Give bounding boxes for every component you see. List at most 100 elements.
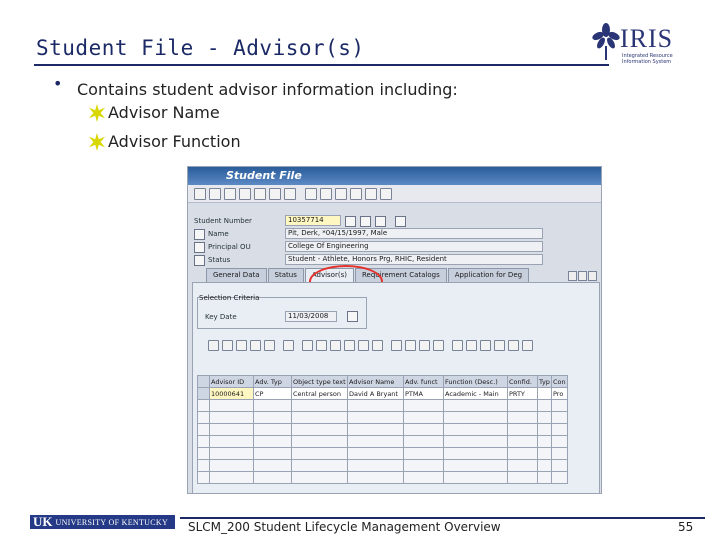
person-icon bbox=[194, 229, 205, 240]
table-cell[interactable]: 10000641 bbox=[209, 387, 254, 400]
principal-ou-label: Principal OU bbox=[208, 243, 251, 251]
table-row-empty bbox=[197, 435, 568, 448]
table-cell[interactable]: Pro bbox=[551, 387, 568, 400]
name-label: Name bbox=[208, 230, 229, 238]
sort-ascending-icon[interactable] bbox=[316, 339, 327, 351]
status-icon bbox=[194, 255, 205, 266]
back-icon[interactable] bbox=[224, 187, 236, 200]
change-icon[interactable] bbox=[375, 216, 386, 227]
display-change-icon[interactable] bbox=[239, 187, 251, 200]
column-header[interactable]: Adv. Typ bbox=[253, 375, 292, 388]
folder-icon[interactable] bbox=[305, 187, 317, 200]
page-number: 55 bbox=[678, 520, 694, 534]
info-icon[interactable] bbox=[264, 339, 275, 351]
create-row-icon[interactable] bbox=[222, 339, 233, 351]
layout-icon[interactable] bbox=[380, 187, 392, 200]
export-icon[interactable] bbox=[391, 339, 402, 351]
layout-change-icon[interactable] bbox=[452, 339, 463, 351]
help-icon[interactable] bbox=[365, 187, 377, 200]
table-row-empty bbox=[197, 411, 568, 424]
table-row-empty bbox=[197, 399, 568, 412]
abc-analysis-icon[interactable] bbox=[508, 339, 519, 351]
footer-text: SLCM_200 Student Lifecycle Management Ov… bbox=[188, 520, 501, 534]
tab-scroll-left-icon[interactable] bbox=[568, 271, 577, 281]
student-number-field[interactable]: 10357714 bbox=[285, 215, 341, 226]
settings-icon[interactable] bbox=[350, 187, 362, 200]
execute-icon[interactable] bbox=[345, 216, 356, 227]
create-icon[interactable] bbox=[360, 216, 371, 227]
tab-list-icon[interactable] bbox=[588, 271, 597, 281]
delete-row-icon[interactable] bbox=[250, 339, 261, 351]
tab-scroll-right-icon[interactable] bbox=[578, 271, 587, 281]
list-icon[interactable] bbox=[269, 187, 281, 200]
column-header[interactable]: Adv. funct bbox=[403, 375, 444, 388]
find-icon[interactable] bbox=[320, 187, 332, 200]
print-icon[interactable] bbox=[284, 187, 296, 200]
graphic-icon[interactable] bbox=[494, 339, 505, 351]
slide-title: Student File - Advisor(s) bbox=[36, 36, 365, 60]
spreadsheet-icon[interactable] bbox=[405, 339, 416, 351]
column-header[interactable]: Object type text bbox=[291, 375, 348, 388]
selection-criteria-title: Selection Criteria bbox=[199, 294, 260, 302]
column-header[interactable]: Function (Desc.) bbox=[443, 375, 508, 388]
key-date-label: Key Date bbox=[205, 313, 237, 321]
logo-tagline: Integrated Resource Information System bbox=[622, 53, 673, 65]
title-rule bbox=[34, 64, 609, 66]
row-selector[interactable] bbox=[197, 387, 210, 400]
footer-rule bbox=[180, 517, 705, 519]
word-processing-icon[interactable] bbox=[419, 339, 430, 351]
sub-item-label: Advisor Name bbox=[108, 103, 220, 122]
column-header[interactable]: Typ bbox=[537, 375, 552, 388]
table-row-empty bbox=[197, 471, 568, 484]
table-cell[interactable] bbox=[537, 387, 552, 400]
tab-general-data[interactable]: General Data bbox=[206, 268, 267, 282]
sum-icon[interactable] bbox=[358, 339, 369, 351]
sort-descending-icon[interactable] bbox=[330, 339, 341, 351]
org-unit-icon bbox=[194, 242, 205, 253]
table-row[interactable]: 10000641 CP Central person David A Bryan… bbox=[197, 387, 568, 400]
edit-icon[interactable] bbox=[254, 187, 266, 200]
tab-application-for-degree[interactable]: Application for Deg bbox=[447, 268, 530, 282]
uk-logo-mark: UK bbox=[33, 514, 53, 529]
status-label: Status bbox=[208, 256, 231, 264]
table-cell[interactable]: Central person bbox=[291, 387, 348, 400]
key-date-field[interactable]: 11/03/2008 bbox=[285, 311, 337, 322]
overview-icon[interactable] bbox=[395, 216, 406, 227]
print-list-icon[interactable] bbox=[302, 339, 313, 351]
iris-flower-icon bbox=[592, 23, 620, 60]
layout-select-icon[interactable] bbox=[466, 339, 477, 351]
attach-icon[interactable] bbox=[335, 187, 347, 200]
column-header[interactable]: Con bbox=[551, 375, 568, 388]
tab-status[interactable]: Status bbox=[267, 268, 304, 282]
refresh-list-icon[interactable] bbox=[283, 339, 294, 351]
list-toolbar bbox=[208, 338, 548, 352]
name-field: Pit, Derk, *04/15/1997, Male bbox=[285, 228, 543, 239]
local-file-icon[interactable] bbox=[433, 339, 444, 351]
select-all-cell[interactable] bbox=[197, 375, 210, 388]
column-header[interactable]: Confid. bbox=[507, 375, 538, 388]
details-icon[interactable] bbox=[208, 339, 219, 351]
table-cell[interactable]: CP bbox=[253, 387, 292, 400]
save-icon[interactable] bbox=[209, 187, 221, 200]
table-row-empty bbox=[197, 447, 568, 460]
layout-save-icon[interactable] bbox=[480, 339, 491, 351]
more-icon[interactable] bbox=[522, 339, 533, 351]
table-cell[interactable]: PRTY bbox=[507, 387, 538, 400]
student-number-label: Student Number bbox=[194, 217, 252, 225]
subtotal-icon[interactable] bbox=[372, 339, 383, 351]
column-header[interactable]: Advisor ID bbox=[209, 375, 254, 388]
table-cell[interactable]: PTMA bbox=[403, 387, 444, 400]
sub-item-advisor-function: Advisor Function bbox=[88, 132, 241, 151]
column-header[interactable]: Advisor Name bbox=[347, 375, 404, 388]
table-cell[interactable]: Academic - Main bbox=[443, 387, 508, 400]
iris-logo: IRIS Integrated Resource Information Sys… bbox=[592, 22, 684, 68]
sub-item-advisor-name: Advisor Name bbox=[88, 103, 220, 122]
new-icon[interactable] bbox=[194, 187, 206, 200]
edit-row-icon[interactable] bbox=[236, 339, 247, 351]
refresh-icon[interactable] bbox=[347, 311, 358, 322]
table-cell[interactable]: David A Bryant bbox=[347, 387, 404, 400]
sap-title-bar: Student File bbox=[188, 167, 601, 185]
logo-word: IRIS bbox=[620, 24, 674, 53]
sub-item-label: Advisor Function bbox=[108, 132, 241, 151]
filter-icon[interactable] bbox=[344, 339, 355, 351]
